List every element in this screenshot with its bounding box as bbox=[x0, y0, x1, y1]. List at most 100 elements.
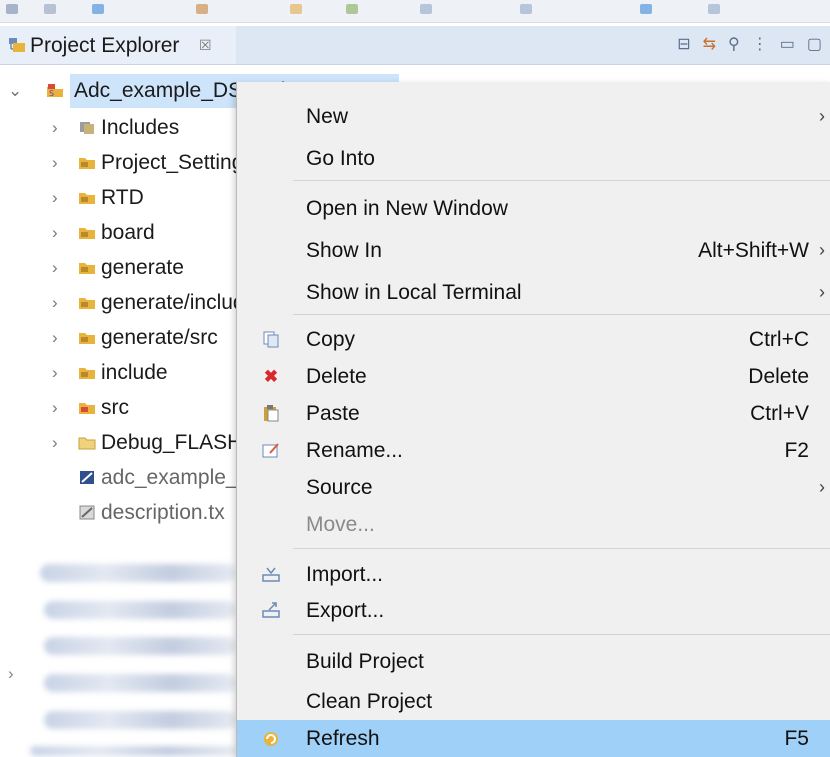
project-explorer-header: Project Explorer ☒ ⊟ ⇆ ⚲ ⋮ ▭ ▢ bbox=[0, 26, 830, 65]
tree-item-label: Includes bbox=[101, 116, 180, 139]
menu-separator bbox=[293, 314, 830, 315]
chevron-right-icon[interactable]: › bbox=[52, 251, 58, 285]
tree-item-label: RTD bbox=[101, 186, 144, 209]
chevron-right-icon[interactable]: › bbox=[52, 111, 58, 145]
toolbar-icon[interactable] bbox=[708, 4, 720, 14]
chevron-right-icon[interactable]: › bbox=[52, 321, 58, 355]
chevron-right-icon[interactable]: › bbox=[52, 181, 58, 215]
tree-item-label: description.tx bbox=[101, 501, 225, 524]
tree-item-include[interactable]: › include bbox=[0, 356, 240, 390]
menu-item-new[interactable]: New › bbox=[237, 98, 830, 135]
toolbar-icon[interactable] bbox=[6, 4, 18, 14]
redacted-tree-item bbox=[40, 564, 236, 582]
menu-item-refresh[interactable]: Refresh F5 bbox=[237, 720, 830, 757]
collapse-all-icon[interactable]: ⊟ bbox=[677, 35, 690, 55]
tree-item-generate-include[interactable]: › generate/include bbox=[0, 286, 256, 320]
toolbar-icon[interactable] bbox=[640, 4, 652, 14]
tree-item-board[interactable]: › board bbox=[0, 216, 240, 250]
redacted-tree-item bbox=[44, 637, 236, 655]
menu-item-delete[interactable]: ✖ Delete Delete bbox=[237, 358, 830, 395]
tree-item-label: generate/src bbox=[101, 326, 218, 349]
tree-item-src[interactable]: › src bbox=[0, 391, 240, 425]
menu-item-label: New bbox=[306, 105, 349, 128]
toolbar-icon[interactable] bbox=[196, 4, 208, 14]
menu-item-show-in[interactable]: Show In Alt+Shift+W › bbox=[237, 232, 830, 269]
tree-item-label: generate/include bbox=[101, 291, 257, 314]
source-folder-icon bbox=[79, 368, 95, 379]
menu-item-show-in-local-terminal[interactable]: Show in Local Terminal › bbox=[237, 274, 830, 311]
chevron-right-icon[interactable]: › bbox=[8, 664, 14, 684]
chevron-right-icon: › bbox=[819, 477, 825, 497]
tree-item-debug-flash[interactable]: › Debug_FLASH bbox=[0, 426, 243, 460]
menu-item-label: Clean Project bbox=[306, 690, 433, 713]
tree-item-label: adc_example_ bbox=[101, 466, 238, 489]
menu-item-copy[interactable]: Copy Ctrl+C bbox=[237, 321, 830, 358]
chevron-right-icon[interactable]: › bbox=[52, 146, 58, 180]
panel-toolbar: ⊟ ⇆ ⚲ ⋮ ▭ ▢ bbox=[677, 35, 822, 55]
link-with-editor-icon[interactable]: ⇆ bbox=[703, 35, 716, 55]
refresh-icon bbox=[264, 732, 278, 746]
chevron-right-icon[interactable]: › bbox=[52, 356, 58, 390]
toolbar-icon[interactable] bbox=[44, 4, 56, 14]
menu-item-rename[interactable]: Rename... F2 bbox=[237, 432, 830, 469]
menu-item-shortcut: Alt+Shift+W bbox=[698, 239, 809, 262]
menu-item-shortcut: Ctrl+C bbox=[748, 328, 809, 351]
text-file-icon bbox=[79, 505, 95, 520]
menu-item-shortcut: F2 bbox=[784, 439, 809, 462]
tree-item-label: include bbox=[101, 361, 168, 384]
tree-item-adc-example-file[interactable]: adc_example_ bbox=[0, 461, 240, 495]
toolbar-icon[interactable] bbox=[420, 4, 432, 14]
chevron-right-icon[interactable]: › bbox=[52, 216, 58, 250]
menu-item-label: Export... bbox=[306, 599, 385, 622]
paste-icon bbox=[264, 405, 279, 422]
tree-item-description-file[interactable]: description.tx bbox=[0, 496, 240, 530]
toolbar-icon[interactable] bbox=[290, 4, 302, 14]
tree-item-generate-src[interactable]: › generate/src bbox=[0, 321, 240, 355]
menu-item-clean-project[interactable]: Clean Project bbox=[237, 683, 830, 720]
chevron-right-icon[interactable]: › bbox=[52, 286, 58, 320]
chevron-down-icon[interactable]: ⌄ bbox=[8, 74, 22, 108]
toolbar-icon[interactable] bbox=[92, 4, 104, 14]
folder-icon bbox=[78, 437, 96, 450]
chevron-right-icon[interactable]: › bbox=[52, 391, 58, 425]
menu-item-label: Refresh bbox=[306, 727, 380, 750]
project-icon: S bbox=[47, 84, 63, 98]
source-folder-icon bbox=[79, 228, 95, 239]
menu-item-export[interactable]: Export... bbox=[237, 592, 830, 629]
source-folder-icon bbox=[79, 263, 95, 274]
maximize-icon[interactable]: ▢ bbox=[807, 35, 822, 55]
redacted-tree-item bbox=[44, 601, 236, 619]
includes-icon bbox=[80, 122, 94, 134]
project-explorer-icon bbox=[9, 38, 25, 52]
menu-item-open-in-new-window[interactable]: Open in New Window bbox=[237, 190, 830, 227]
tree-item-includes[interactable]: › Includes bbox=[0, 111, 240, 145]
menu-item-label: Source bbox=[306, 476, 373, 499]
tree-item-label: src bbox=[101, 396, 129, 419]
close-icon[interactable]: ☒ bbox=[199, 37, 212, 54]
tree-item-project-settings[interactable]: › Project_Settings bbox=[0, 146, 254, 180]
toolbar-icon[interactable] bbox=[520, 4, 532, 14]
panel-title: Project Explorer bbox=[30, 34, 180, 57]
menu-item-import[interactable]: Import... bbox=[237, 556, 830, 593]
tab-project-explorer[interactable]: Project Explorer ☒ bbox=[0, 26, 236, 64]
menu-item-paste[interactable]: Paste Ctrl+V bbox=[237, 395, 830, 432]
main-toolbar bbox=[0, 0, 830, 23]
import-icon bbox=[262, 567, 280, 582]
chevron-right-icon: › bbox=[819, 240, 825, 260]
view-menu-icon[interactable]: ⋮ bbox=[752, 35, 768, 55]
minimize-icon[interactable]: ▭ bbox=[780, 35, 795, 55]
tree-item-rtd[interactable]: › RTD bbox=[0, 181, 240, 215]
tree-item-label: Debug_FLASH bbox=[101, 431, 243, 454]
filter-icon[interactable]: ⚲ bbox=[728, 35, 740, 55]
project-tree: ⌄ S Adc_example_DS: Debug_FLASH › Includ… bbox=[0, 74, 400, 757]
menu-item-build-project[interactable]: Build Project bbox=[237, 643, 830, 680]
chevron-right-icon[interactable]: › bbox=[52, 426, 58, 460]
menu-item-go-into[interactable]: Go Into bbox=[237, 140, 830, 177]
delete-icon: ✖ bbox=[263, 367, 279, 386]
menu-separator bbox=[293, 548, 830, 549]
redacted-tree-item bbox=[30, 746, 236, 756]
toolbar-icon[interactable] bbox=[346, 4, 358, 14]
menu-item-label: Rename... bbox=[306, 439, 403, 462]
menu-item-source[interactable]: Source › bbox=[237, 469, 830, 506]
tree-item-generate[interactable]: › generate bbox=[0, 251, 240, 285]
